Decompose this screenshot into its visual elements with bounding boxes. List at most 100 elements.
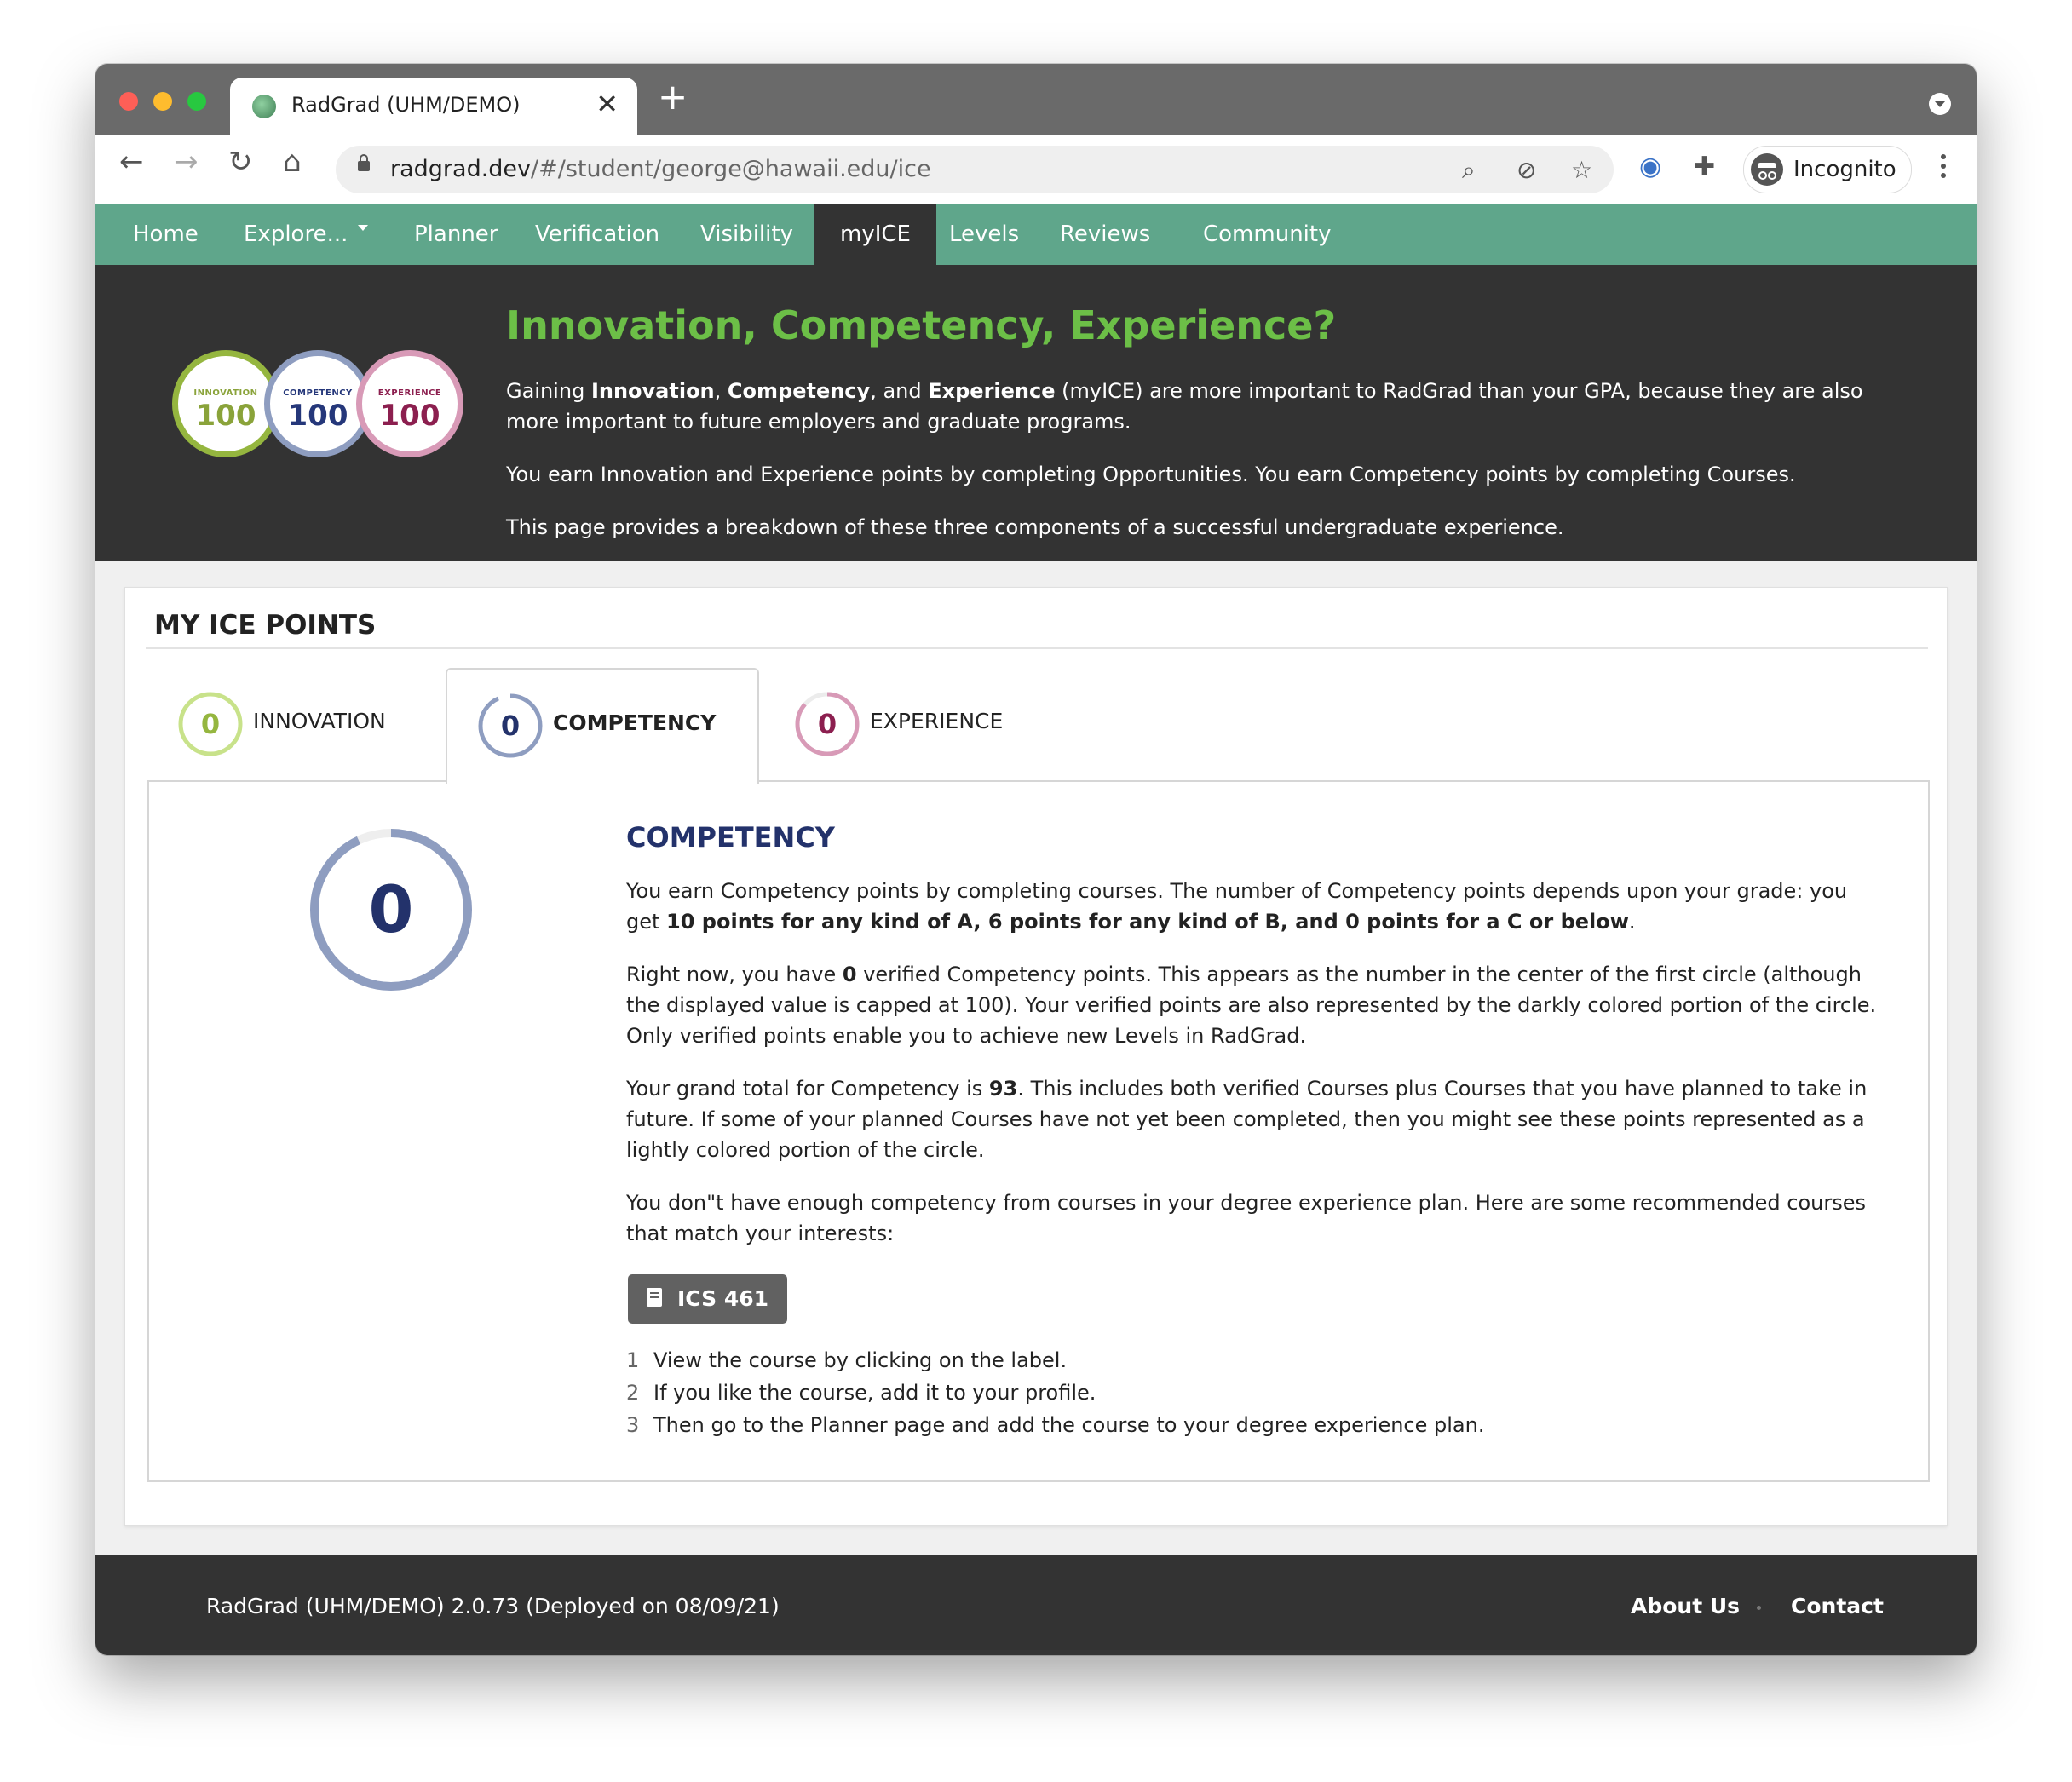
competency-panel: 0 COMPETENCY You earn Competency points … [147,780,1930,1482]
text-bold: 10 points for any kind of A, 6 points fo… [666,910,1629,934]
steps-list: 1 View the course by clicking on the labe… [626,1344,1879,1441]
text: , and [870,379,929,403]
zoom-icon[interactable]: ⌕ [1462,156,1476,185]
step-text: If you like the course, add it to your p… [653,1381,1096,1405]
address-bar[interactable]: radgrad.dev/#/student/george@hawaii.edu/… [336,146,1614,193]
text: Your grand total for Competency is [626,1077,989,1101]
course-label-button[interactable]: ICS 461 [628,1274,788,1324]
minimize-window-button[interactable] [153,92,172,111]
nav-visibility[interactable]: Visibility [675,204,819,265]
hero-paragraph-1: Gaining Innovation, Competency, and Expe… [506,376,1912,437]
nav-myice[interactable]: myICE [814,204,936,265]
text-bold: Experience [928,379,1056,403]
nav-levels[interactable]: Levels [924,204,1045,265]
experience-ring: 0 [795,692,860,756]
badge-label: COMPETENCY [283,388,353,398]
tab-value: 0 [500,710,521,742]
ice-points-card: MY ICE POINTS 0 INNOVATION 0 COMPETENCY … [124,587,1948,1526]
text-bold: Innovation [590,379,715,403]
step-number: 1 [626,1348,640,1372]
favicon-icon [252,95,276,118]
text-bold: Competency [727,379,871,403]
intro-banner: INNOVATION 100 COMPETENCY 100 EXPERIENCE… [95,265,1977,561]
nav-home[interactable]: Home [107,204,224,265]
step-text: View the course by clicking on the label… [653,1348,1068,1372]
tab-value: 0 [817,708,837,740]
text: , [714,379,728,403]
contact-link[interactable]: Contact [1791,1594,1884,1618]
nav-explore[interactable]: Explore... [218,204,394,265]
url-domain: radgrad.dev [390,156,532,182]
card-title: MY ICE POINTS [154,610,377,641]
maximize-window-button[interactable] [187,92,206,111]
list-item: 1 View the course by clicking on the labe… [626,1344,1879,1377]
big-ring-value: 0 [368,871,414,947]
badge-value: 100 [195,399,256,433]
tab-label: EXPERIENCE [870,709,1004,733]
panel-content: COMPETENCY You earn Competency points by… [626,821,1879,1441]
password-extension-icon[interactable]: ◉ [1639,154,1661,180]
new-tab-icon[interactable]: + [658,79,688,115]
tab-experience[interactable]: 0 EXPERIENCE [764,668,1045,782]
tab-label: COMPETENCY [553,710,717,735]
divider [146,647,1928,649]
panel-heading: COMPETENCY [626,821,835,854]
hero-paragraph-3: This page provides a breakdown of these … [506,515,1564,539]
step-text: Then go to the Planner page and add the … [653,1413,1485,1437]
paragraph-verified: Right now, you have 0 verified Competenc… [626,959,1879,1051]
browser-window: RadGrad (UHM/DEMO) ✕ + ← → ↻ ⌂ radgrad.d… [95,64,1977,1655]
separator-dot [1757,1606,1761,1610]
url-path: /#/student/george@hawaii.edu/ice [531,156,931,182]
step-number: 2 [626,1381,640,1405]
close-tab-icon[interactable]: ✕ [596,88,619,120]
tab-value: 0 [200,708,221,740]
badge-label: INNOVATION [193,388,258,398]
url-text[interactable]: radgrad.dev/#/student/george@hawaii.edu/… [390,156,931,182]
home-icon[interactable]: ⌂ [283,147,302,176]
forward-icon[interactable]: → [174,147,199,176]
close-window-button[interactable] [119,92,138,111]
browser-menu-icon[interactable] [1941,154,1946,159]
reload-icon[interactable]: ↻ [228,147,253,176]
paragraph-recommend: You don"t have enough competency from co… [626,1191,1866,1245]
tab-search-icon[interactable] [1929,93,1951,115]
list-item: 3 Then go to the Planner page and add the… [626,1409,1879,1441]
innovation-ring: 0 [178,692,243,756]
incognito-icon [1751,153,1783,186]
text: Gaining [506,379,591,403]
badge-label: EXPERIENCE [377,388,442,398]
tab-innovation[interactable]: 0 INNOVATION [147,668,437,782]
browser-tab[interactable]: RadGrad (UHM/DEMO) ✕ [230,78,637,135]
chevron-down-icon [358,225,369,231]
back-icon[interactable]: ← [119,147,144,176]
list-item: 2 If you like the course, add it to your … [626,1377,1879,1409]
competency-big-ring: 0 [306,825,476,995]
bookmark-star-icon[interactable]: ☆ [1571,156,1592,184]
book-icon [647,1288,662,1307]
nav-community[interactable]: Community [1177,204,1356,265]
tab-competency[interactable]: 0 COMPETENCY [446,668,759,784]
hero-paragraph-2: You earn Innovation and Experience point… [506,463,1796,486]
badge-value: 100 [379,399,440,433]
text: Right now, you have [626,963,843,986]
course-label-text: ICS 461 [677,1286,769,1311]
nav-reviews[interactable]: Reviews [1034,204,1176,265]
nav-planner[interactable]: Planner [388,204,523,265]
main-nav: Home Explore... Planner Verification Vis… [95,204,1977,265]
extensions-puzzle-icon[interactable]: ✚ [1694,154,1715,180]
version-text: RadGrad (UHM/DEMO) 2.0.73 (Deployed on 0… [206,1594,780,1618]
paragraph-grading: You earn Competency points by completing… [626,876,1879,937]
incognito-profile-button[interactable]: Incognito [1743,146,1912,193]
nav-verification[interactable]: Verification [509,204,685,265]
tab-label: INNOVATION [253,709,386,733]
text-bold: 93 [988,1077,1018,1101]
tracking-eye-icon[interactable]: ⊘ [1517,156,1536,184]
about-us-link[interactable]: About Us [1631,1594,1740,1618]
experience-badge: EXPERIENCE 100 [356,350,463,457]
title-bar: RadGrad (UHM/DEMO) ✕ + [95,64,1977,135]
nav-explore-label: Explore... [244,221,348,247]
paragraph-total: Your grand total for Competency is 93. T… [626,1073,1879,1165]
browser-toolbar: ← → ↻ ⌂ radgrad.dev/#/student/george@haw… [95,135,1977,204]
lock-icon[interactable] [358,154,370,171]
step-number: 3 [626,1413,640,1437]
